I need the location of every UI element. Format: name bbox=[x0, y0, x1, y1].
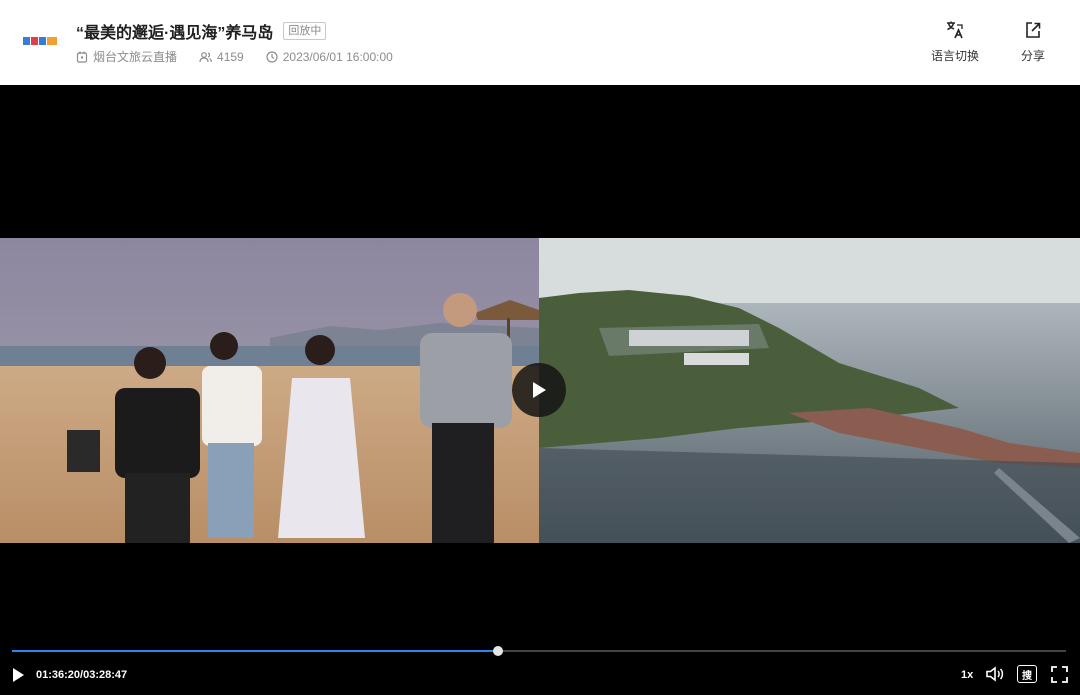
header-bar: “最美的邂逅·遇见海”养马岛 回放中 烟台文旅云直播 4159 2023/06/… bbox=[0, 0, 1080, 85]
channel-info: 烟台文旅云直播 bbox=[76, 48, 177, 65]
status-badge: 回放中 bbox=[283, 22, 327, 40]
play-pause-button[interactable] bbox=[11, 667, 25, 683]
channel-icon bbox=[76, 51, 88, 63]
start-time-value: 2023/06/01 16:00:00 bbox=[282, 49, 393, 64]
subtitle-icon-label: 搜 bbox=[1022, 670, 1032, 682]
center-play-button[interactable] bbox=[512, 363, 566, 417]
video-frame-aerial bbox=[539, 238, 1080, 543]
progress-handle[interactable] bbox=[493, 646, 504, 656]
language-switch-label: 语言切换 bbox=[931, 49, 980, 63]
share-button[interactable]: 分享 bbox=[1021, 20, 1045, 64]
video-player[interactable] bbox=[0, 85, 1080, 640]
users-icon bbox=[199, 51, 212, 62]
subtitle-button[interactable]: 搜 bbox=[1017, 665, 1037, 683]
start-time: 2023/06/01 16:00:00 bbox=[266, 50, 393, 64]
fullscreen-icon[interactable] bbox=[1051, 666, 1068, 683]
viewer-count: 4159 bbox=[199, 50, 244, 64]
channel-name: 烟台文旅云直播 bbox=[93, 50, 178, 64]
page-title: “最美的邂逅·遇见海”养马岛 bbox=[76, 25, 274, 42]
viewer-count-value: 4159 bbox=[217, 49, 244, 64]
time-display: 01:36:20/03:28:47 bbox=[36, 669, 127, 681]
channel-logo-icon bbox=[22, 35, 58, 47]
translate-icon bbox=[947, 21, 963, 39]
clock-icon bbox=[266, 50, 278, 63]
progress-bar[interactable] bbox=[12, 646, 1066, 656]
play-icon bbox=[533, 382, 546, 398]
duration: 03:28:47 bbox=[83, 669, 128, 681]
player-controls: 01:36:20/03:28:47 1x 搜 bbox=[0, 640, 1080, 695]
share-icon bbox=[1026, 22, 1041, 38]
share-label: 分享 bbox=[1021, 49, 1046, 63]
current-time: 01:36:20 bbox=[36, 669, 81, 681]
progress-fill bbox=[12, 650, 499, 652]
video-frame-beach bbox=[0, 238, 539, 543]
playback-speed-button[interactable]: 1x bbox=[961, 669, 973, 681]
volume-icon[interactable] bbox=[986, 666, 1004, 682]
language-switch-button[interactable]: 语言切换 bbox=[931, 20, 979, 64]
